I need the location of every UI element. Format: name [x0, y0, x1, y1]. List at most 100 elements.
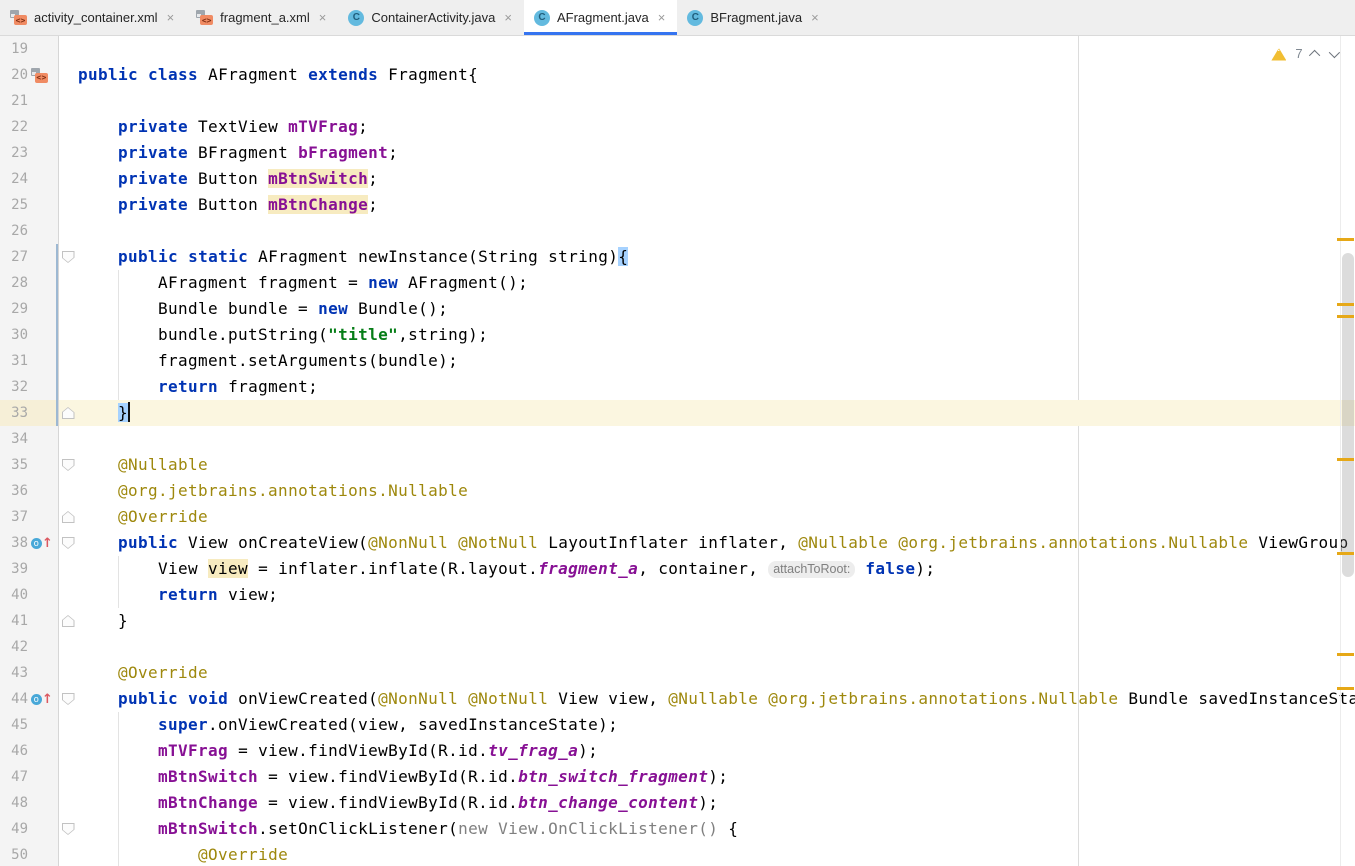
code-line[interactable]: 43 @Override — [0, 660, 1355, 686]
gutter-cell[interactable]: 23 — [0, 140, 58, 166]
gutter-cell[interactable]: 40 — [0, 582, 58, 608]
gutter-cell[interactable]: 26 — [0, 218, 58, 244]
code-token: = view.findViewById(R.id. — [258, 767, 519, 786]
code-line[interactable]: 34 — [0, 426, 1355, 452]
gutter-cell[interactable]: 21 — [0, 88, 58, 114]
code-line[interactable]: 41 } — [0, 608, 1355, 634]
fold-toggle-icon[interactable] — [62, 511, 75, 523]
previous-problem-chevron-up-icon[interactable] — [1308, 49, 1321, 62]
error-stripe-scrollbar[interactable] — [1337, 36, 1355, 866]
code-line[interactable]: 32 return fragment; — [0, 374, 1355, 400]
code-line[interactable]: 20 <> public class AFragment extends Fragm… — [0, 62, 1355, 88]
close-tab-icon[interactable]: × — [811, 11, 819, 24]
gutter-cell[interactable]: 19 — [0, 36, 58, 62]
fold-toggle-icon[interactable] — [62, 823, 75, 835]
code-token: = inflater.inflate(R.layout. — [248, 559, 539, 578]
tab-ContainerActivity-java[interactable]: C ContainerActivity.java × — [338, 0, 524, 35]
gutter-cell[interactable]: 45 — [0, 712, 58, 738]
gutter-cell[interactable]: 37 — [0, 504, 58, 530]
warning-stripe-mark[interactable] — [1337, 687, 1354, 690]
gutter-cell[interactable]: 50 — [0, 842, 58, 866]
overriding-method-icon[interactable]: o ↑ — [31, 693, 53, 706]
gutter-cell[interactable]: 38 o ↑ — [0, 530, 58, 556]
scrollbar-thumb[interactable] — [1342, 253, 1354, 577]
code-line[interactable]: 38 o ↑ public View onCreateView(@NonNull @… — [0, 530, 1355, 556]
code-line[interactable]: 49 mBtnSwitch.setOnClickListener(new Vie… — [0, 816, 1355, 842]
gutter-cell[interactable]: 27 — [0, 244, 58, 270]
close-tab-icon[interactable]: × — [504, 11, 512, 24]
related-layout-file-icon[interactable]: <> — [31, 67, 48, 83]
close-tab-icon[interactable]: × — [658, 11, 666, 24]
fold-toggle-icon[interactable] — [62, 459, 75, 471]
code-line[interactable]: 39 View view = inflater.inflate(R.layout… — [0, 556, 1355, 582]
gutter-cell[interactable]: 34 — [0, 426, 58, 452]
gutter-cell[interactable]: 31 — [0, 348, 58, 374]
code-line[interactable]: 23 private BFragment bFragment; — [0, 140, 1355, 166]
gutter-cell[interactable]: 49 — [0, 816, 58, 842]
overriding-method-icon[interactable]: o ↑ — [31, 537, 53, 550]
code-line[interactable]: 45 super.onViewCreated(view, savedInstan… — [0, 712, 1355, 738]
code-line[interactable]: 35 @Nullable — [0, 452, 1355, 478]
code-line[interactable]: 47 mBtnSwitch = view.findViewById(R.id.b… — [0, 764, 1355, 790]
gutter-cell[interactable]: 24 — [0, 166, 58, 192]
gutter-cell[interactable]: 44 o ↑ — [0, 686, 58, 712]
tab-BFragment-java[interactable]: C BFragment.java × — [677, 0, 830, 35]
tab-activity_container-xml[interactable]: <> activity_container.xml × — [0, 0, 186, 35]
gutter-cell[interactable]: 39 — [0, 556, 58, 582]
close-tab-icon[interactable]: × — [319, 11, 327, 24]
warning-stripe-mark[interactable] — [1337, 458, 1354, 461]
code-line[interactable]: 36 @org.jetbrains.annotations.Nullable — [0, 478, 1355, 504]
code-line[interactable]: 22 private TextView mTVFrag; — [0, 114, 1355, 140]
gutter-cell[interactable]: 41 — [0, 608, 58, 634]
fold-toggle-icon[interactable] — [62, 693, 75, 705]
gutter-cell[interactable]: 42 — [0, 634, 58, 660]
code-line[interactable]: 30 bundle.putString("title",string); — [0, 322, 1355, 348]
fold-toggle-icon[interactable] — [62, 407, 75, 419]
gutter-cell[interactable]: 48 — [0, 790, 58, 816]
gutter-cell[interactable]: 20 <> — [0, 62, 58, 88]
gutter-cell[interactable]: 32 — [0, 374, 58, 400]
warning-stripe-mark[interactable] — [1337, 552, 1354, 555]
code-line[interactable]: 33 } — [0, 400, 1355, 426]
code-line[interactable]: 40 return view; — [0, 582, 1355, 608]
gutter-cell[interactable]: 25 — [0, 192, 58, 218]
gutter-cell[interactable]: 36 — [0, 478, 58, 504]
code-line[interactable]: 26 — [0, 218, 1355, 244]
code-token: BFragment — [188, 143, 299, 162]
warning-stripe-mark[interactable] — [1337, 653, 1354, 656]
code-editor[interactable]: 19 20 <> public class AFragment extends Fra… — [0, 36, 1355, 866]
gutter-cell[interactable]: 29 — [0, 296, 58, 322]
fold-toggle-icon[interactable] — [62, 615, 75, 627]
code-line[interactable]: 24 private Button mBtnSwitch; — [0, 166, 1355, 192]
gutter-cell[interactable]: 30 — [0, 322, 58, 348]
warning-stripe-mark[interactable] — [1337, 238, 1354, 241]
code-line[interactable]: 48 mBtnChange = view.findViewById(R.id.b… — [0, 790, 1355, 816]
code-line[interactable]: 50 @Override — [0, 842, 1355, 866]
tab-fragment_a-xml[interactable]: <> fragment_a.xml × — [186, 0, 338, 35]
code-line[interactable]: 27 public static AFragment newInstance(S… — [0, 244, 1355, 270]
code-line[interactable]: 25 private Button mBtnChange; — [0, 192, 1355, 218]
close-tab-icon[interactable]: × — [167, 11, 175, 24]
fold-toggle-icon[interactable] — [62, 537, 75, 549]
code-line[interactable]: 21 — [0, 88, 1355, 114]
gutter-cell[interactable]: 28 — [0, 270, 58, 296]
gutter-cell[interactable]: 43 — [0, 660, 58, 686]
gutter-cell[interactable]: 22 — [0, 114, 58, 140]
warning-stripe-mark[interactable] — [1337, 303, 1354, 306]
fold-toggle-icon[interactable] — [62, 251, 75, 263]
inspections-widget[interactable]: 7 — [1271, 41, 1341, 67]
code-line[interactable]: 31 fragment.setArguments(bundle); — [0, 348, 1355, 374]
tab-AFragment-java[interactable]: C AFragment.java × — [523, 0, 678, 35]
warning-stripe-mark[interactable] — [1337, 315, 1354, 318]
gutter-cell[interactable]: 46 — [0, 738, 58, 764]
gutter-cell[interactable]: 47 — [0, 764, 58, 790]
code-line[interactable]: 19 — [0, 36, 1355, 62]
code-line[interactable]: 37 @Override — [0, 504, 1355, 530]
code-line[interactable]: 29 Bundle bundle = new Bundle(); — [0, 296, 1355, 322]
code-line[interactable]: 42 — [0, 634, 1355, 660]
gutter-cell[interactable]: 33 — [0, 400, 58, 426]
code-line[interactable]: 44 o ↑ public void onViewCreated(@NonNull … — [0, 686, 1355, 712]
code-line[interactable]: 28 AFragment fragment = new AFragment(); — [0, 270, 1355, 296]
gutter-cell[interactable]: 35 — [0, 452, 58, 478]
code-line[interactable]: 46 mTVFrag = view.findViewById(R.id.tv_f… — [0, 738, 1355, 764]
